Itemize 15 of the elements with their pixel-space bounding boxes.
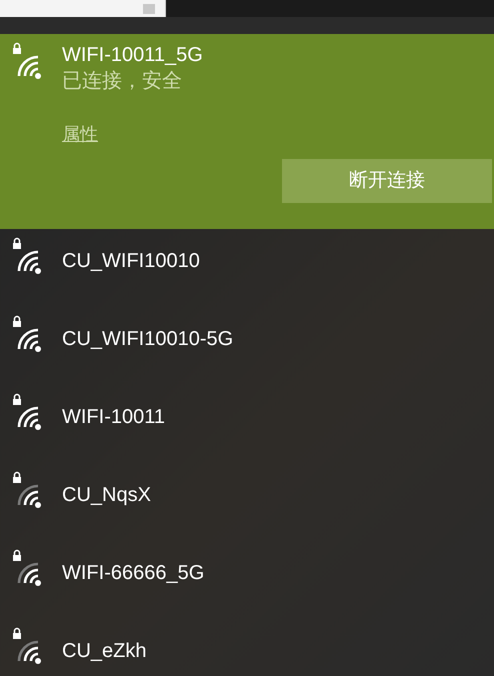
- network-name: WIFI-10011: [62, 405, 165, 430]
- network-item[interactable]: CU_WIFI10010: [0, 229, 494, 307]
- network-item[interactable]: WIFI-66666_5G: [0, 541, 494, 619]
- network-name: CU_WIFI10010-5G: [62, 327, 234, 352]
- scrollbar-thumb[interactable]: [143, 4, 155, 14]
- network-item[interactable]: CU_eZkh: [0, 619, 494, 676]
- network-name: WIFI-10011_5G: [62, 43, 203, 68]
- network-item[interactable]: CU_NqsX: [0, 463, 494, 541]
- network-item[interactable]: WIFI-10011: [0, 385, 494, 463]
- network-name: WIFI-66666_5G: [62, 561, 204, 586]
- network-name: CU_eZkh: [62, 639, 146, 664]
- network-item[interactable]: CU_WIFI10010-5G: [0, 307, 494, 385]
- network-name: CU_WIFI10010: [62, 249, 200, 274]
- connection-status: 已连接，安全: [62, 69, 183, 94]
- network-name: CU_NqsX: [62, 483, 151, 508]
